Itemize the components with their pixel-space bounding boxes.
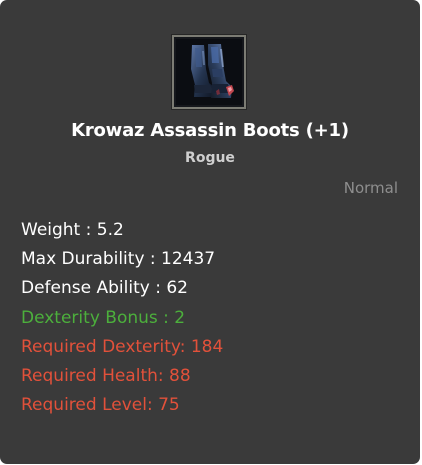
item-class: Rogue: [185, 150, 235, 166]
stat-dexterity-bonus: Dexterity Bonus : 2: [21, 307, 186, 328]
stat-required-level: Required Level: 75: [21, 395, 180, 416]
item-tooltip: Krowaz Assassin Boots (+1) Rogue Normal …: [0, 0, 420, 464]
item-name: Krowaz Assassin Boots (+1): [71, 120, 349, 141]
item-grade: Normal: [343, 179, 398, 197]
stat-weight: Weight : 5.2: [21, 220, 124, 240]
stat-defense-ability: Defense Ability : 62: [21, 278, 188, 299]
item-stats: Weight : 5.2 Max Durability : 12437 Defe…: [21, 217, 401, 421]
boots-icon: [176, 39, 242, 105]
item-icon-frame: [172, 35, 246, 109]
stat-required-dexterity: Required Dexterity: 184: [21, 336, 224, 357]
stat-required-health: Required Health: 88: [21, 365, 191, 386]
stat-max-durability: Max Durability : 12437: [21, 249, 216, 270]
